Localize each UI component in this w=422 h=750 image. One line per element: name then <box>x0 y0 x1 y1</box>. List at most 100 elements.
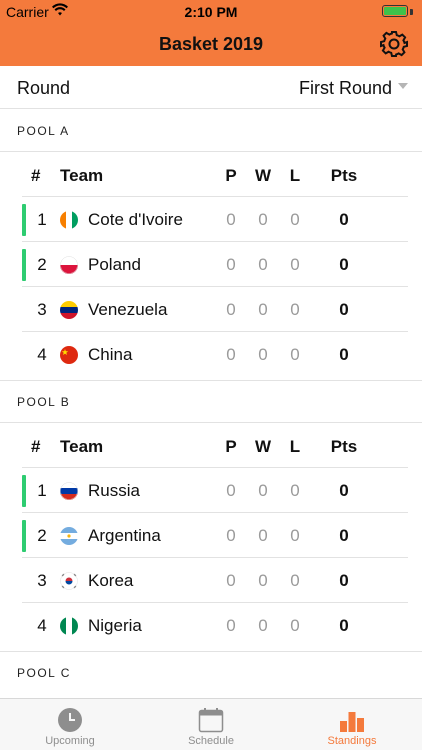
header-lost: L <box>289 437 301 456</box>
team-lost: 0 <box>290 571 300 590</box>
team-points: 0 <box>339 255 349 274</box>
team-played: 0 <box>226 255 236 274</box>
team-points: 0 <box>339 571 349 590</box>
header-rank: # <box>31 166 41 185</box>
page-title: Basket 2019 <box>158 34 264 54</box>
team-rank: 4 <box>37 345 47 364</box>
table-row[interactable]: 3 Venezuela 0 0 0 0 <box>0 287 422 332</box>
team-won: 0 <box>258 255 268 274</box>
header-points: Pts <box>330 437 358 456</box>
table-row[interactable]: 4 China 0 0 0 0 <box>0 332 422 377</box>
table-row[interactable]: 3 Korea 0 0 0 0 <box>0 558 422 603</box>
team-lost: 0 <box>290 255 300 274</box>
table-header: # Team P W L Pts <box>0 425 422 467</box>
team-points: 0 <box>339 616 349 635</box>
nav-bar: Basket 2019 <box>0 22 422 66</box>
team-lost: 0 <box>290 481 300 500</box>
divider <box>0 380 422 381</box>
round-value[interactable]: First Round <box>299 78 392 99</box>
team-played: 0 <box>226 345 236 364</box>
qualified-indicator <box>22 249 26 281</box>
team-played: 0 <box>226 481 236 500</box>
team-played: 0 <box>226 571 236 590</box>
chevron-down-icon <box>398 83 408 89</box>
flag-korea-icon <box>60 572 78 590</box>
flag-nigeria-icon <box>60 617 78 635</box>
team-name: Korea <box>88 571 134 590</box>
team-won: 0 <box>258 210 268 229</box>
tab-bar: Upcoming Schedule Standings <box>0 698 422 750</box>
header-lost: L <box>289 166 301 185</box>
flag-argentina-icon <box>60 527 78 545</box>
team-points: 0 <box>339 526 349 545</box>
team-rank: 2 <box>37 255 47 274</box>
qualified-indicator <box>22 204 26 236</box>
divider <box>0 151 422 152</box>
pool-header: POOL C <box>17 666 71 680</box>
team-won: 0 <box>258 526 268 545</box>
tab-label: Upcoming <box>45 735 95 747</box>
team-name: China <box>88 345 133 364</box>
table-header: # Team P W L Pts <box>0 154 422 196</box>
table-row[interactable]: 4 Nigeria 0 0 0 0 <box>0 603 422 648</box>
tab-upcoming[interactable]: Upcoming <box>0 699 140 750</box>
team-name: Argentina <box>88 526 161 545</box>
pool-header: POOL A <box>17 124 70 138</box>
clock-icon <box>58 708 82 732</box>
bar-chart-icon <box>340 712 364 732</box>
team-name: Cote d'Ivoire <box>88 210 183 229</box>
team-rank: 1 <box>37 210 47 229</box>
table-row[interactable]: 2 Poland 0 0 0 0 <box>0 242 422 287</box>
status-bar: Carrier 2:10 PM <box>0 0 422 22</box>
team-name: Poland <box>88 255 141 274</box>
flag-ivory-coast-icon <box>60 211 78 229</box>
header-played: P <box>225 437 237 456</box>
team-played: 0 <box>226 616 236 635</box>
header-won: W <box>254 437 272 456</box>
header-won: W <box>254 166 272 185</box>
team-name: Russia <box>88 481 140 500</box>
team-name: Venezuela <box>88 300 168 319</box>
clock-time: 2:10 PM <box>184 4 238 20</box>
calendar-icon <box>198 708 224 733</box>
gear-icon[interactable] <box>379 29 409 59</box>
table-row[interactable]: 1 Cote d'Ivoire 0 0 0 0 <box>0 197 422 242</box>
team-won: 0 <box>258 300 268 319</box>
flag-poland-icon <box>60 256 78 274</box>
flag-china-icon <box>60 346 78 364</box>
team-played: 0 <box>226 526 236 545</box>
team-played: 0 <box>226 210 236 229</box>
team-lost: 0 <box>290 300 300 319</box>
tab-schedule[interactable]: Schedule <box>141 699 281 750</box>
header-played: P <box>225 166 237 185</box>
team-name: Nigeria <box>88 616 142 635</box>
team-lost: 0 <box>290 210 300 229</box>
flag-russia-icon <box>60 482 78 500</box>
header-points: Pts <box>330 166 358 185</box>
team-lost: 0 <box>290 616 300 635</box>
team-lost: 0 <box>290 526 300 545</box>
table-row[interactable]: 2 Argentina 0 0 0 0 <box>0 513 422 558</box>
team-won: 0 <box>258 616 268 635</box>
team-points: 0 <box>339 210 349 229</box>
team-rank: 1 <box>37 481 47 500</box>
tab-standings[interactable]: Standings <box>282 699 422 750</box>
table-row[interactable]: 1 Russia 0 0 0 0 <box>0 468 422 513</box>
team-rank: 3 <box>37 571 47 590</box>
team-won: 0 <box>258 345 268 364</box>
round-selector[interactable]: Round First Round <box>0 66 422 109</box>
team-rank: 3 <box>37 300 47 319</box>
flag-venezuela-icon <box>60 301 78 319</box>
header-team: Team <box>60 166 104 185</box>
battery-icon <box>382 5 408 17</box>
team-played: 0 <box>226 300 236 319</box>
pool-header: POOL B <box>17 395 71 409</box>
qualified-indicator <box>22 520 26 552</box>
divider <box>0 651 422 652</box>
tab-label: Schedule <box>188 735 234 747</box>
header-team: Team <box>60 437 104 456</box>
team-rank: 2 <box>37 526 47 545</box>
team-won: 0 <box>258 571 268 590</box>
divider <box>0 422 422 423</box>
header-rank: # <box>31 437 41 456</box>
